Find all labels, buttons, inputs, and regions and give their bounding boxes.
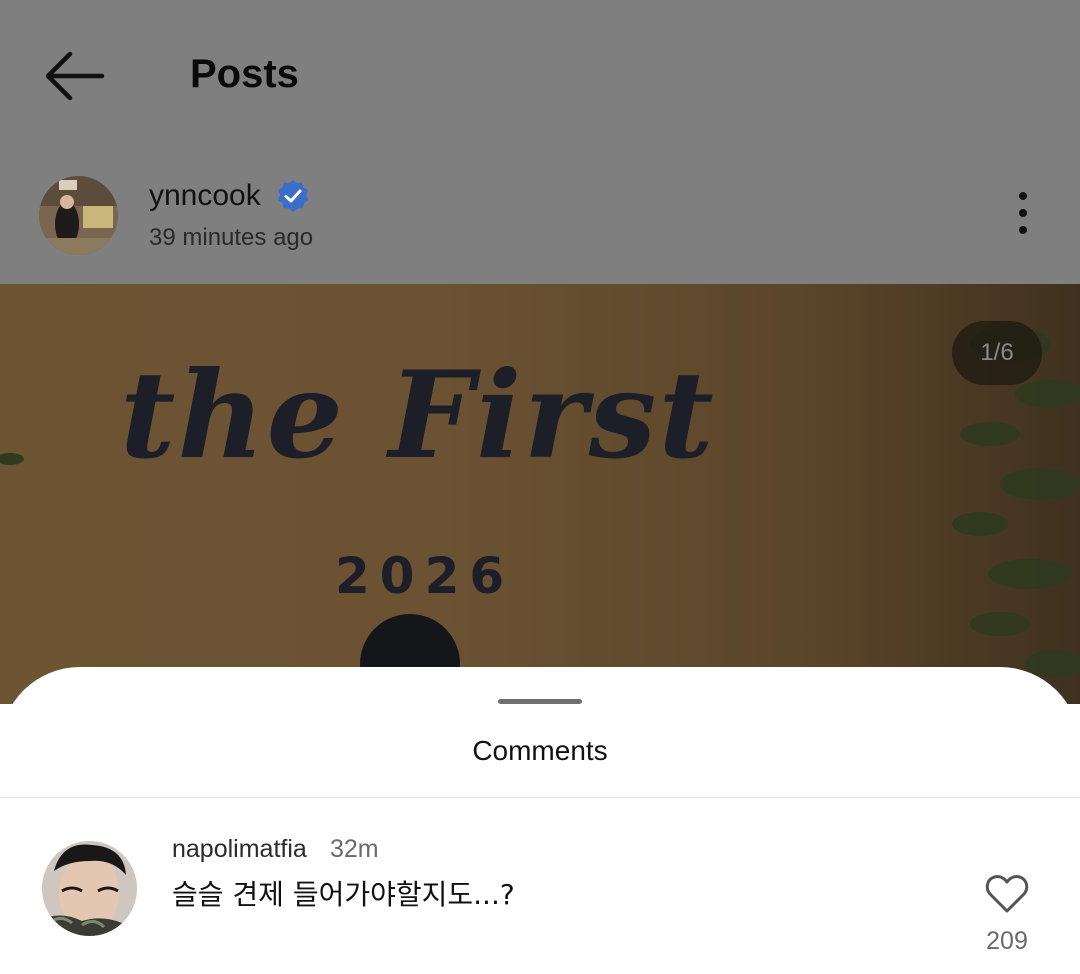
like-button[interactable] xyxy=(984,873,1030,915)
post-author-username[interactable]: ynncook xyxy=(149,176,261,216)
more-vertical-icon xyxy=(1005,192,1041,234)
comment-time: 32m xyxy=(330,835,379,863)
more-options-button[interactable] xyxy=(1005,192,1041,240)
sheet-drag-handle[interactable] xyxy=(498,699,582,704)
arrow-left-icon xyxy=(45,51,105,101)
image-page-indicator: 1/6 xyxy=(952,321,1042,385)
post-image[interactable]: the First 2026 1/6 xyxy=(0,284,1080,704)
top-bar: Posts ynncook 39 minutes ago xyxy=(0,0,1080,284)
post-timestamp: 39 minutes ago xyxy=(149,224,314,251)
comments-sheet: Comments napolimatfia 32m 슬슬 견제 들어가야할지도.… xyxy=(0,667,1080,974)
comments-title: Comments xyxy=(472,735,608,766)
page-title: Posts xyxy=(190,52,299,96)
comment-username[interactable]: napolimatfia xyxy=(172,831,307,867)
comment-author-avatar[interactable] xyxy=(42,841,137,936)
heart-outline-icon xyxy=(985,874,1029,913)
like-count: 209 xyxy=(986,927,1028,955)
divider xyxy=(0,797,1080,798)
comment-text: 슬슬 견제 들어가야할지도...? xyxy=(172,878,515,911)
post-author-avatar[interactable] xyxy=(39,176,118,255)
verified-badge-icon xyxy=(278,180,309,212)
post-image-title: the First xyxy=(120,345,716,486)
post-image-year: 2026 xyxy=(335,547,515,605)
back-button[interactable] xyxy=(40,48,106,104)
